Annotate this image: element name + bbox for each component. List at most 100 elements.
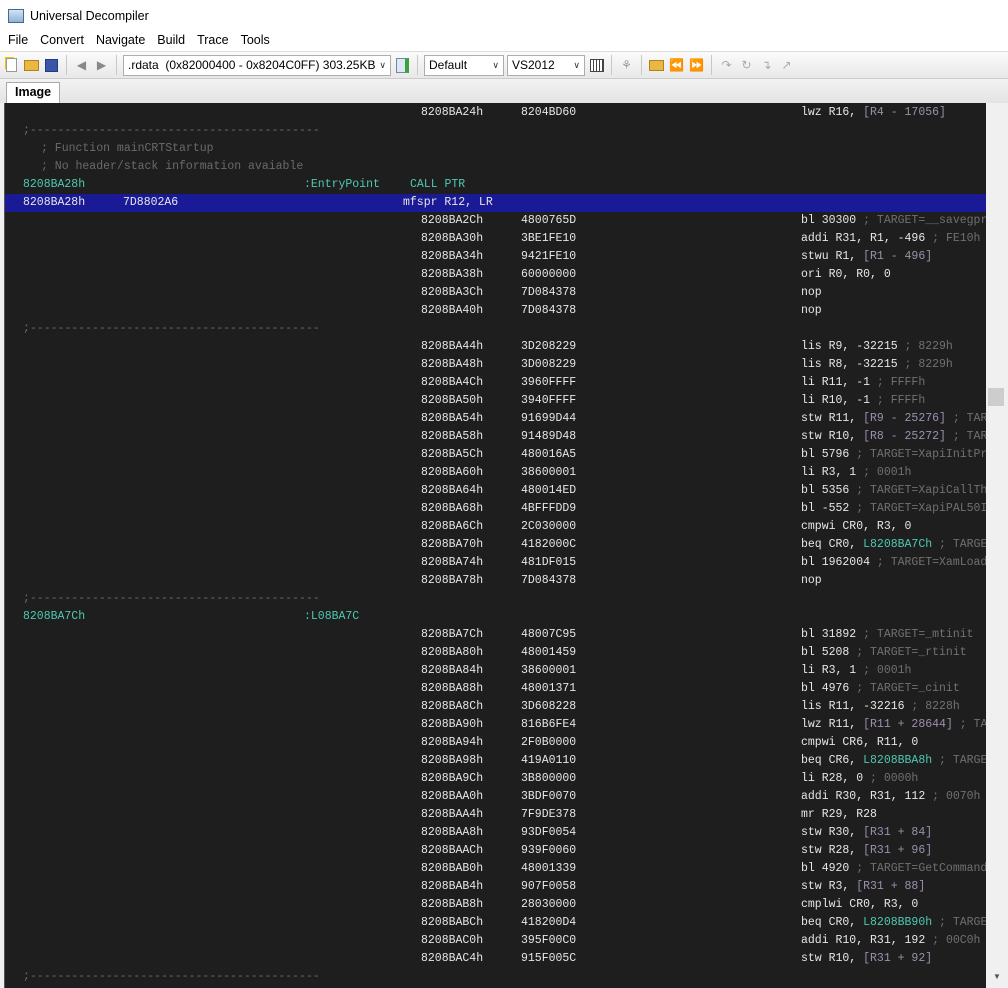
instruction-row[interactable]: 8208BA70h 4182000C beq CR0, L8208BA7Ch ; T… [403,536,986,554]
compiler-select[interactable]: VS2012 ∨ [507,54,585,76]
fast-forward-icon[interactable]: ⏩ [688,57,705,74]
instruction-row[interactable]: 8208BA64h 480014ED bl 5356 ; TARGET=XapiCa… [403,482,986,500]
instruction-row[interactable]: 8208BAB0h 48001339 bl 4920 ; TARGET=GetCom… [403,860,986,878]
instruction-row[interactable]: 8208BABCh 418200D4 beq CR0, L8208BB90h ; T… [403,914,986,932]
instruction-row[interactable]: 8208BA44h 3D208229 lis R9, -32215 ; 8229h [403,338,986,356]
instruction-row[interactable]: 8208BA40h 7D084378 nop [403,302,986,320]
instruction-row[interactable]: 8208BA3Ch 7D084378 nop [403,284,986,302]
instruction-comment: ; TARGET=_rtinit [849,646,967,659]
instruction-row[interactable]: 8208BA6Ch 2C030000 cmpwi CR0, R3, 0 [403,518,986,536]
instruction-row[interactable]: 8208BA30h 3BE1FE10 addi R31, R1, -496 ; FE… [403,230,986,248]
address: 8208BA94h [421,736,484,749]
label-row[interactable]: 8208BA7Ch:L08BA7C [5,608,986,626]
comment-line[interactable]: ; No header/stack information avaiable [23,158,986,176]
instruction-row[interactable]: 8208BA60h 38600001 li R3, 1 ; 0001h [403,464,986,482]
go-to-section-icon[interactable] [394,57,411,74]
scroll-down-icon[interactable]: ▼ [986,972,1008,988]
memory-operand: [R31 + 92] [863,952,933,965]
instruction-row[interactable]: 8208BA88h 48001371 bl 4976 ; TARGET=_cinit [403,680,986,698]
branch-label-link[interactable]: L8208BBA8h [863,754,932,767]
menu-tools[interactable]: Tools [235,32,276,51]
address: 8208BA3Ch [421,286,484,299]
instruction-row[interactable]: 8208BA54h 91699D44 stw R11, [R9 - 25276] ;… [403,410,986,428]
instruction-row[interactable]: 8208BAA8h 93DF0054 stw R30, [R31 + 84] [403,824,986,842]
open-folder-icon[interactable] [23,57,40,74]
address: 8208BA2Ch [421,214,484,227]
opcode-hex: 915F005C [521,952,577,965]
instruction-row[interactable]: 8208BAACh 939F0060 stw R28, [R31 + 96] [403,842,986,860]
separator-comment[interactable]: ;---------------------------------------… [5,590,986,608]
trace-icon[interactable]: ⚘ [618,57,635,74]
instruction-row[interactable]: 8208BA24h 8204BD60 lwz R16, [R4 - 17056] [403,104,986,122]
instruction-row[interactable]: 8208BA58h 91489D48 stw R10, [R8 - 25272] ;… [403,428,986,446]
disassembly-view[interactable]: 8208BA24h 8204BD60 lwz R16, [R4 - 17056] ;-… [4,103,986,988]
instruction-row[interactable]: 8208BA68h 4BFFFDD9 bl -552 ; TARGET=XapiPA… [403,500,986,518]
mnemonic-operands: mr R29, R28 [801,808,877,821]
instruction: bl 30300 ; TARGET=__savegprlr_28 [801,212,986,230]
branch-label-link[interactable]: L8208BB90h [863,916,932,929]
instruction-row[interactable]: 8208BAA4h 7F9DE378 mr R29, R28 [403,806,986,824]
instruction-row[interactable]: 8208BA78h 7D084378 nop [403,572,986,590]
branch-label-link[interactable]: L8208BA7Ch [863,538,932,551]
separator-comment[interactable]: ;---------------------------------------… [5,968,986,986]
step-up-icon[interactable]: ↷ [718,57,735,74]
opcode-hex: 418200D4 [521,916,577,929]
instruction: nop [801,284,822,302]
instruction-row[interactable]: 8208BA80h 48001459 bl 5208 ; TARGET=_rtini… [403,644,986,662]
instruction-row[interactable]: 8208BA38h 60000000 ori R0, R0, 0 [403,266,986,284]
comment-line[interactable]: ; Function mainCRTStartup [23,140,986,158]
open-project-icon[interactable] [648,57,665,74]
instruction-row[interactable]: 8208BA74h 481DF015 bl 1962004 ; TARGET=Xam… [403,554,986,572]
instruction-row[interactable]: 8208BA9Ch 3B800000 li R28, 0 ; 0000h [403,770,986,788]
instruction-row[interactable]: 8208BA5Ch 480016A5 bl 5796 ; TARGET=XapiIn… [403,446,986,464]
memory-operand: [R1 - 496] [863,250,933,263]
instruction-row[interactable]: 8208BA84h 38600001 li R3, 1 ; 0001h [403,662,986,680]
step-over-icon[interactable]: ↻ [738,57,755,74]
separator-comment[interactable]: ;---------------------------------------… [5,320,986,338]
rewind-icon[interactable]: ⏪ [668,57,685,74]
instruction-row[interactable]: 8208BA48h 3D008229 lis R8, -32215 ; 8229h [403,356,986,374]
menu-trace[interactable]: Trace [191,32,235,51]
instruction-row[interactable]: 8208BAB8h 28030000 cmplwi CR0, R3, 0 [403,896,986,914]
forward-icon[interactable]: ▶ [93,57,110,74]
instruction-row[interactable]: 8208BAC0h 395F00C0 addi R10, R31, 192 ; 00… [403,932,986,950]
instruction-row[interactable]: 8208BA8Ch 3D608228 lis R11, -32216 ; 8228h [403,698,986,716]
profile-select[interactable]: Default ∨ [424,54,504,76]
vertical-scrollbar[interactable]: ▼ [986,103,1008,988]
step-out-icon[interactable]: ↗ [778,57,795,74]
instruction-row[interactable]: 8208BA90h 816B6FE4 lwz R11, [R11 + 28644] … [403,716,986,734]
scrollbar-thumb[interactable] [988,388,1004,406]
instruction-row[interactable]: 8208BA7Ch 48007C95 bl 31892 ; TARGET=_mtin… [403,626,986,644]
address: 8208BAA0h [421,790,484,803]
instruction: lis R11, -32216 ; 8228h [801,698,960,716]
instruction-row[interactable]: 8208BA50h 3940FFFF li R10, -1 ; FFFFh [403,392,986,410]
address: 8208BA74h [421,556,484,569]
instruction-row[interactable]: 8208BAC4h 915F005C stw R10, [R31 + 92] [403,950,986,968]
instruction: cmplwi CR0, R3, 0 [801,896,918,914]
section-select[interactable]: .rdata (0x82000400 - 0x8204C0FF) 303.25K… [123,54,391,76]
instruction-row[interactable]: 8208BA98h 419A0110 beq CR6, L8208BBA8h ; T… [403,752,986,770]
tab-image[interactable]: Image [6,82,61,103]
new-file-icon[interactable] [3,57,20,74]
step-into-icon[interactable]: ↴ [758,57,775,74]
instruction-comment: ; TARGET=8208BA7Ch [939,538,986,551]
instruction-row[interactable]: 8208BA34h 9421FE10 stwu R1, [R1 - 496] [403,248,986,266]
instruction-row[interactable]: 8208BAA0h 3BDF0070 addi R30, R31, 112 ; 00… [403,788,986,806]
instruction-row[interactable]: 8208BA4Ch 3960FFFF li R11, -1 ; FFFFh [403,374,986,392]
instruction-row[interactable]: 8208BA2Ch 4800765D bl 30300 ; TARGET=__sav… [403,212,986,230]
menu-build[interactable]: Build [151,32,191,51]
address: 8208BA68h [421,502,484,515]
instruction-row[interactable]: 8208BA94h 2F0B0000 cmpwi CR6, R11, 0 [403,734,986,752]
instruction-row[interactable]: 8208BAB4h 907F0058 stw R3, [R31 + 88] [403,878,986,896]
selected-instruction-row[interactable]: 8208BA28h 7D8802A6 mfspr R12, LR [5,194,986,212]
menu-convert[interactable]: Convert [34,32,90,51]
label-row[interactable]: 8208BA28h:EntryPoint CALL PTR [5,176,986,194]
opcode-hex: 480016A5 [521,448,577,461]
grid-icon[interactable] [588,57,605,74]
save-icon[interactable] [43,57,60,74]
menu-file[interactable]: File [2,32,34,51]
menu-navigate[interactable]: Navigate [90,32,151,51]
memory-operand: [R31 + 84] [863,826,933,839]
separator-comment[interactable]: ;---------------------------------------… [5,122,986,140]
back-icon[interactable]: ◀ [73,57,90,74]
